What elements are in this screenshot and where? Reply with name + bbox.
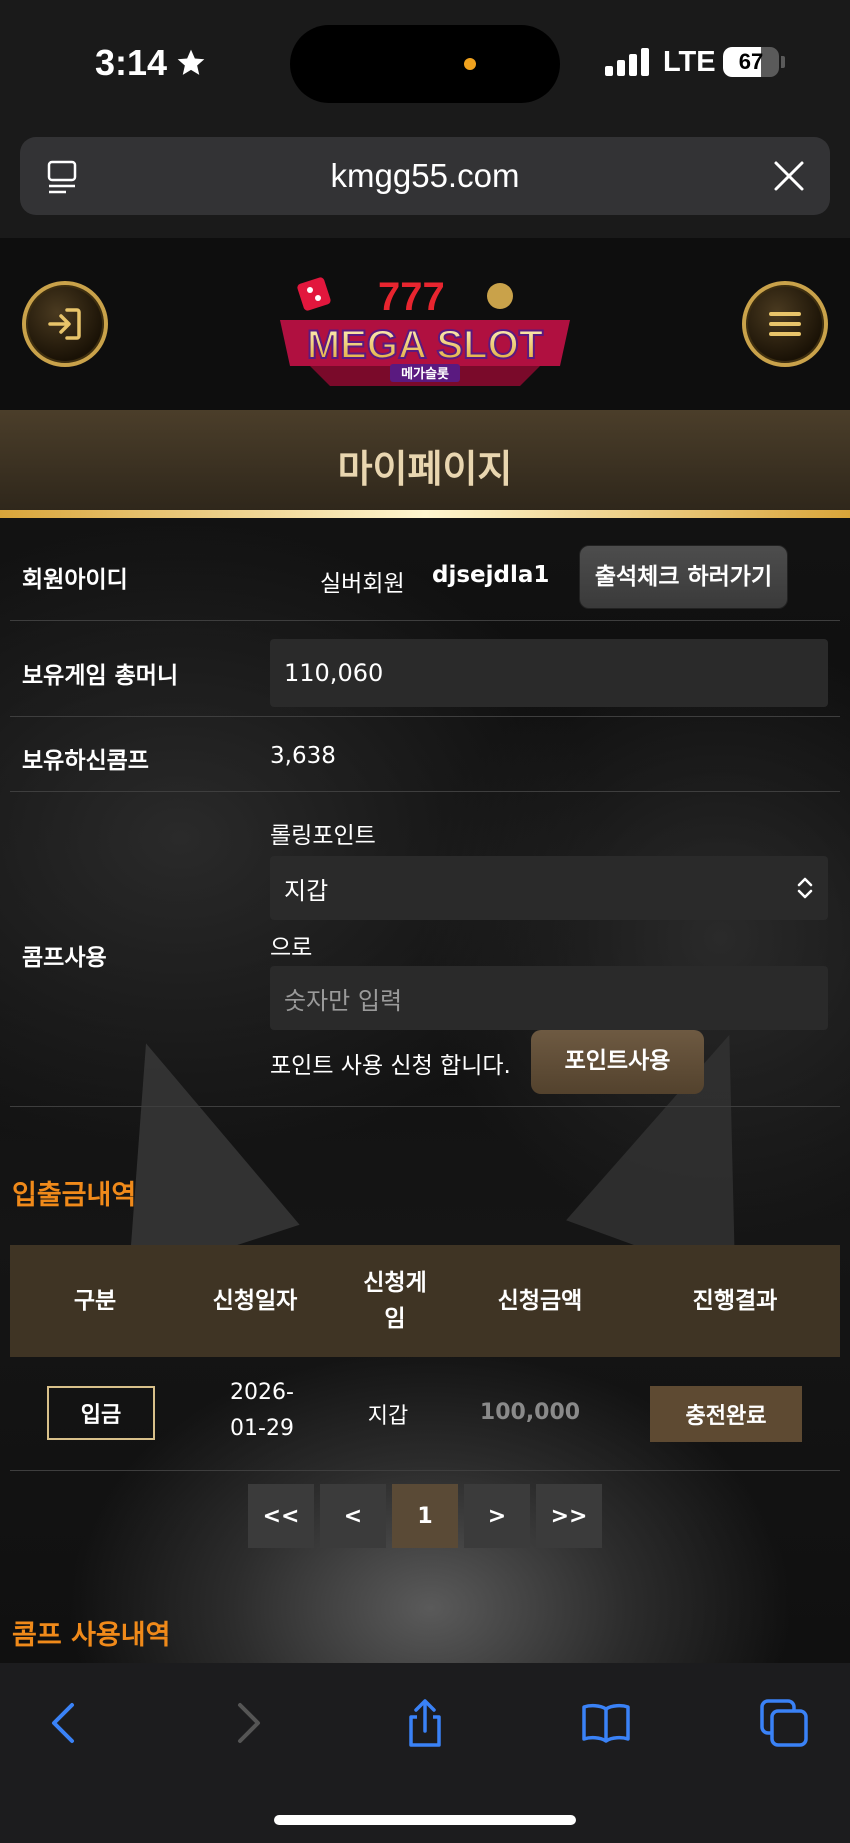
row-divider	[10, 791, 840, 792]
page-first-button[interactable]: <<	[248, 1484, 314, 1548]
transaction-type-badge: 입금	[47, 1386, 155, 1440]
member-grade: 실버회원	[320, 571, 405, 597]
signal-icon	[605, 48, 649, 76]
page-last-button[interactable]: >>	[536, 1484, 602, 1548]
dynamic-island	[290, 25, 560, 103]
col-game-line2: 임	[384, 1306, 406, 1332]
date-line1: 2026-	[230, 1380, 294, 1405]
battery-cap	[781, 56, 785, 68]
col-amount: 신청금액	[497, 1288, 583, 1314]
status-bar: 3:14 LTE 67	[0, 0, 850, 130]
network-type: LTE	[663, 46, 716, 78]
comp-amount-placeholder: 숫자만 입력	[284, 986, 403, 1015]
row-divider	[10, 620, 840, 621]
star-icon	[177, 49, 205, 75]
transaction-game: 지갑	[367, 1404, 409, 1429]
url-text[interactable]: kmgg55.com	[20, 157, 830, 195]
game-money-label: 보유게임 총머니	[22, 663, 179, 689]
select-arrows-icon	[797, 877, 813, 899]
bookmarks-icon[interactable]	[580, 1697, 632, 1749]
address-bar[interactable]: kmgg55.com	[20, 137, 830, 215]
privacy-indicator	[464, 58, 476, 70]
background-decoration	[60, 1015, 300, 1281]
battery-icon: 67	[723, 47, 779, 77]
hamburger-icon	[769, 312, 801, 336]
login-button[interactable]	[22, 281, 108, 367]
wallet-select-value: 지갑	[284, 876, 329, 905]
back-icon[interactable]	[38, 1697, 90, 1749]
page-current-button[interactable]: 1	[392, 1484, 458, 1548]
col-result: 진행결과	[692, 1288, 778, 1314]
member-id-label: 회원아이디	[22, 567, 128, 593]
page-title-bar: 마이페이지	[0, 410, 850, 510]
transaction-date: 2026- 01-29	[212, 1375, 312, 1447]
logo-subtext: 메가슬롯	[401, 367, 449, 382]
col-date: 신청일자	[212, 1288, 298, 1314]
use-point-button[interactable]: 포인트사용	[531, 1030, 704, 1094]
history-table-header: 구분 신청일자 신청게 임 신청금액 진행결과	[10, 1245, 840, 1357]
comp-use-label: 콤프사용	[22, 945, 107, 971]
site-header: 777 MEGA SLOT 메가슬롯	[0, 238, 850, 410]
col-type: 구분	[73, 1288, 117, 1314]
wallet-select[interactable]: 지갑	[270, 856, 828, 920]
row-divider	[10, 716, 840, 717]
browser-url-area: kmgg55.com	[0, 130, 850, 238]
site-logo[interactable]: 777 MEGA SLOT 메가슬롯	[270, 258, 580, 408]
row-divider	[10, 1470, 840, 1471]
transaction-status-badge: 충전완료	[650, 1386, 802, 1442]
page-title: 마이페이지	[337, 447, 513, 491]
point-request-text: 포인트 사용 신청 합니다.	[270, 1053, 511, 1079]
battery-level: 67	[738, 49, 764, 74]
forward-icon[interactable]	[222, 1697, 274, 1749]
login-icon	[48, 308, 81, 340]
home-indicator	[274, 1815, 576, 1825]
member-id-value: djsejdla1	[432, 562, 550, 588]
page-prev-button[interactable]: <	[320, 1484, 386, 1548]
page-next-button[interactable]: >	[464, 1484, 530, 1548]
col-game: 신청게 임	[340, 1245, 450, 1357]
comp-balance-label: 보유하신콤프	[22, 748, 149, 774]
menu-button[interactable]	[742, 281, 828, 367]
comp-history-section-title: 콤프 사용내역	[12, 1620, 171, 1651]
title-divider	[0, 510, 850, 518]
comp-amount-input[interactable]: 숫자만 입력	[270, 966, 828, 1030]
status-time: 3:14	[95, 42, 207, 84]
attendance-check-button[interactable]: 출석체크 하러가기	[579, 545, 788, 609]
date-line2: 01-29	[230, 1416, 294, 1441]
history-section-title: 입출금내역	[12, 1180, 137, 1211]
share-icon[interactable]	[399, 1697, 451, 1749]
transaction-amount: 100,000	[479, 1400, 581, 1425]
suffix-text: 으로	[270, 935, 313, 961]
time-text: 3:14	[95, 42, 168, 83]
col-game-line1: 신청게	[363, 1270, 427, 1296]
page-content: 777 MEGA SLOT 메가슬롯 마이페이지 회원아이디 실버회원 djse…	[0, 238, 850, 1663]
close-icon[interactable]	[772, 159, 806, 193]
tabs-icon[interactable]	[758, 1697, 810, 1749]
logo-text: MEGA SLOT	[307, 323, 543, 367]
game-money-field: 110,060	[270, 639, 828, 707]
comp-balance-value: 3,638	[270, 743, 336, 769]
game-money-value: 110,060	[284, 659, 384, 687]
svg-text:777: 777	[378, 275, 445, 319]
rolling-point-label: 롤링포인트	[270, 823, 376, 849]
row-divider	[10, 1106, 840, 1107]
